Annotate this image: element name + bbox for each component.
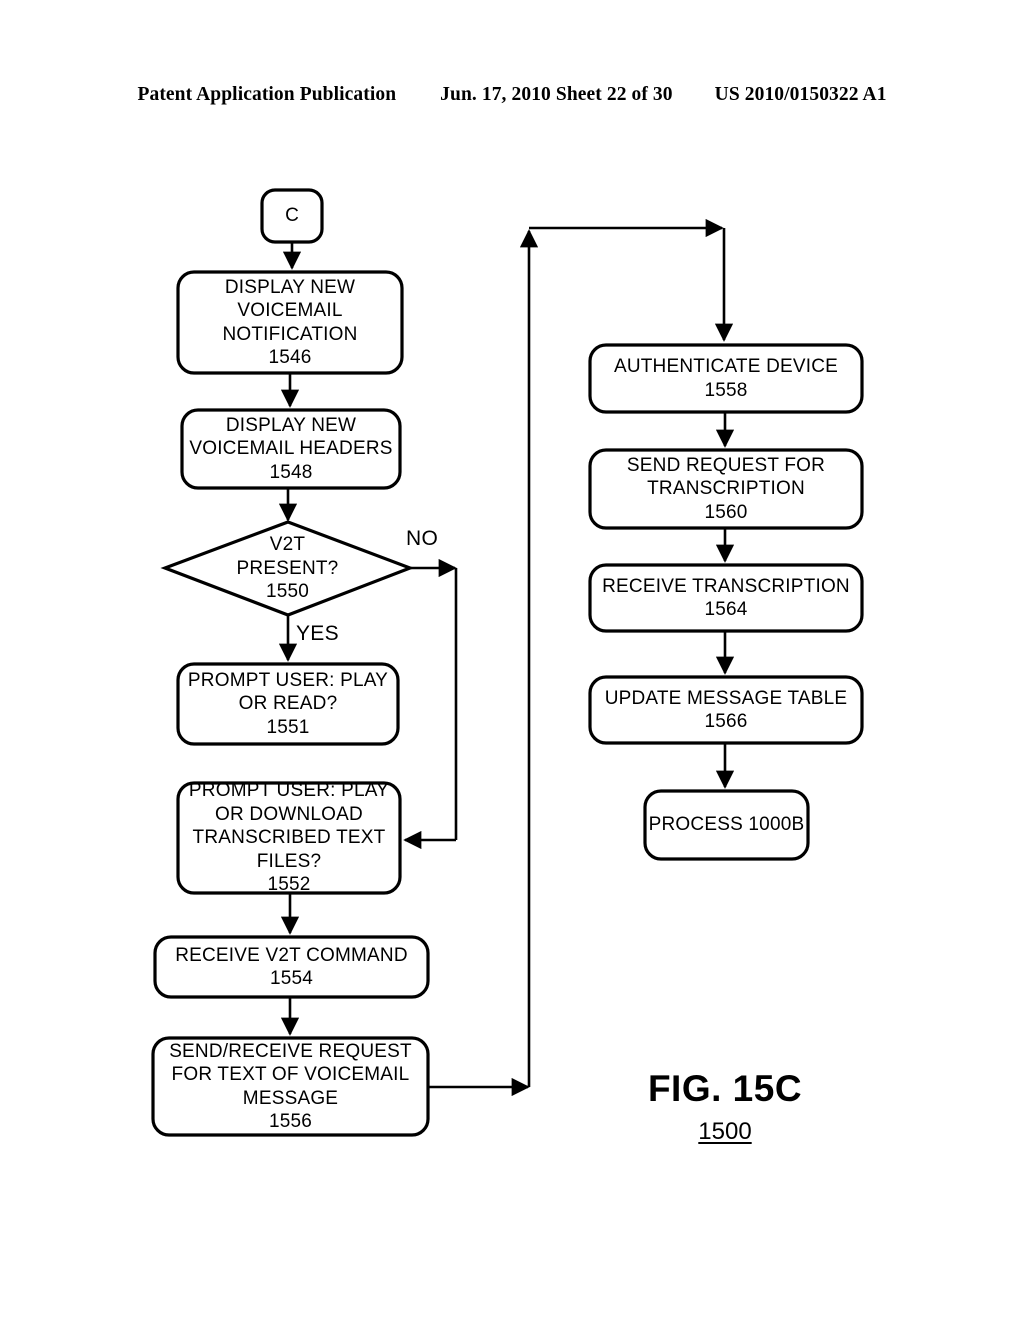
node-1551-shape <box>176 662 400 746</box>
flowchart-diagram: C NO YES DISPLAY NEW VOICEMAIL NOTIFICAT… <box>0 0 1024 1320</box>
node-1550-shape <box>160 520 415 617</box>
node-1558-shape <box>588 343 864 414</box>
node-1546-shape <box>176 270 404 375</box>
connector-c-shape <box>260 188 324 244</box>
node-1566-shape <box>588 675 864 745</box>
node-1552-shape <box>176 781 402 895</box>
node-process-1000b-shape <box>643 789 810 861</box>
node-1556-shape <box>151 1036 430 1137</box>
node-1548-shape <box>180 408 402 490</box>
flowchart-svg <box>151 188 864 1137</box>
node-1554-shape <box>153 935 430 999</box>
node-1564-shape <box>588 563 864 633</box>
node-1560-shape <box>588 448 864 530</box>
